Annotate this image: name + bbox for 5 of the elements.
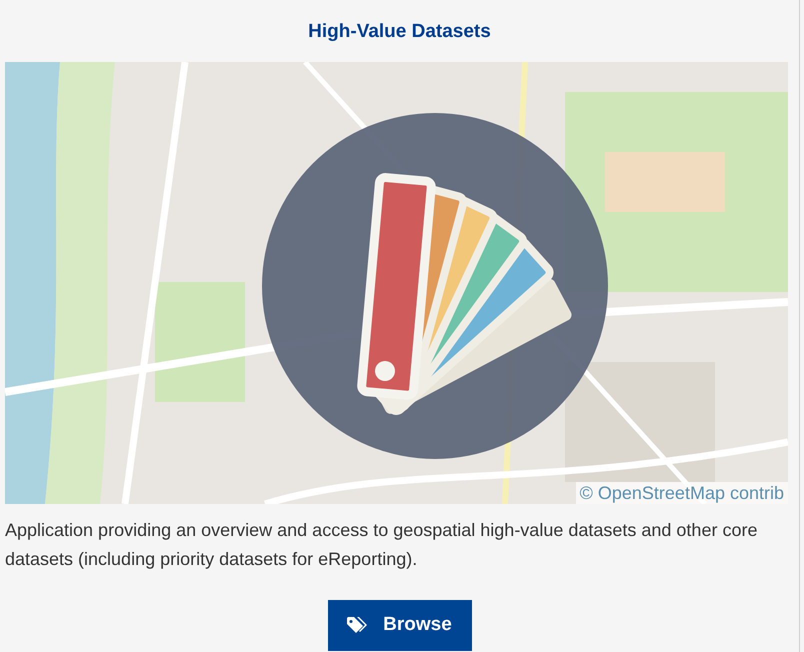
swatch-fan-icon [262, 113, 608, 459]
browse-button[interactable]: Browse [328, 600, 472, 651]
description: Application providing an overview and access to geospatial high-value datasets and other core datasets (including priority datasets for eReporting). [5, 519, 758, 571]
tags-icon [347, 616, 370, 634]
card-title: High-Value Datasets [308, 20, 491, 44]
